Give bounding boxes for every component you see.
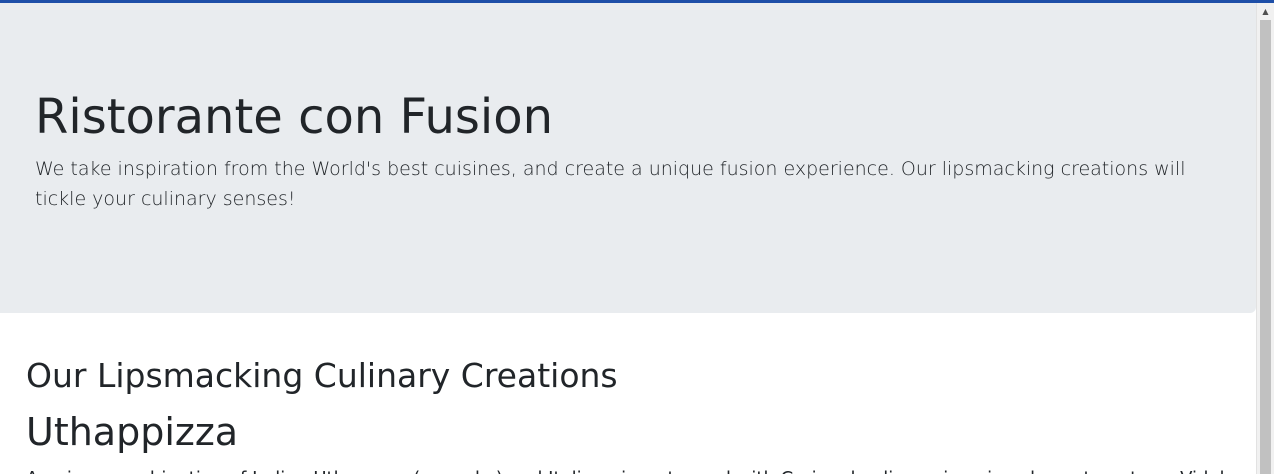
dish-description: A unique combination of Indian Uthappam … [26,465,1226,474]
menu-heading: Our Lipsmacking Culinary Creations [26,356,618,395]
restaurant-intro: We take inspiration from the World's bes… [35,158,1186,210]
scroll-up-arrow-icon[interactable]: ▲ [1257,3,1274,20]
dish-name: Uthappizza [26,410,239,454]
page-content: Ristorante con Fusion We take inspiratio… [0,3,1256,474]
vertical-scrollbar[interactable]: ▲ [1256,3,1274,474]
jumbotron: Ristorante con Fusion We take inspiratio… [0,3,1256,313]
restaurant-title: Ristorante con Fusion [35,89,554,145]
scrollbar-thumb[interactable] [1260,20,1271,474]
